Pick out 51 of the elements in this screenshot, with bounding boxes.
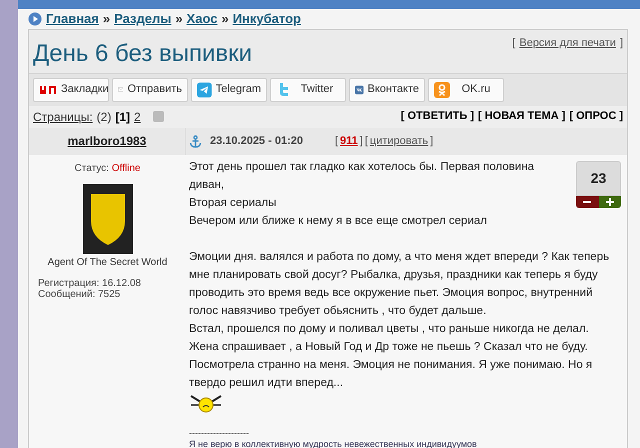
topic-action-link[interactable]: [ ОПРОС ]	[569, 108, 623, 125]
post-number-link[interactable]: 911	[340, 132, 358, 150]
play-circle-icon	[28, 12, 42, 26]
topic-action-link[interactable]: [ ОТВЕТИТЬ ]	[400, 108, 474, 125]
share-button[interactable]: Закладки	[33, 78, 109, 102]
share-button[interactable]: Telegram	[191, 78, 267, 102]
share-button[interactable]: Вконтакте	[349, 78, 425, 102]
plus-icon	[606, 198, 614, 206]
post-date: 23.10.2025 - 01:20	[210, 134, 303, 149]
user-status: Статус: Offline	[74, 162, 140, 176]
registration-date: Регистрация: 16.12.08	[37, 278, 141, 288]
share-button[interactable]: OK.ru	[428, 78, 504, 102]
bracket-text: ]	[620, 36, 623, 48]
post-paragraph: Этот день прошел так гладко как хотелось бы. Первая половина диван, Вторая сериалы Вечером или ближе к нему я в все еще смотрел сериал	[189, 160, 536, 228]
share-button[interactable]: Twitter	[270, 78, 346, 102]
breadcrumb-link[interactable]: Хаос	[186, 9, 218, 28]
minus-button[interactable]	[576, 196, 598, 208]
yp-logo-icon	[39, 84, 57, 96]
rating-count: 23	[576, 160, 621, 196]
bracket-text: ]	[430, 134, 434, 149]
page-link[interactable]: [1]	[115, 108, 130, 126]
print-version-link[interactable]: Версия для печати	[519, 34, 616, 48]
bracket-text: [	[334, 134, 338, 149]
page-count: (2)	[96, 108, 112, 126]
separator-text: »	[102, 10, 110, 28]
breadcrumb-link[interactable]: Разделы	[114, 9, 172, 28]
pages-label[interactable]: Страницы:	[33, 108, 93, 126]
minus-icon	[583, 200, 592, 202]
signature-divider: --------------------	[189, 428, 250, 438]
message-count: Сообщений: 7525	[37, 288, 120, 300]
topic-action-link[interactable]: [ НОВАЯ ТЕМА ]	[478, 108, 566, 125]
user-title: Agent Of The Secret World	[48, 256, 168, 270]
share-button[interactable]: Отправить	[112, 78, 188, 102]
ok-icon	[434, 82, 450, 98]
breadcrumb-link[interactable]: Главная	[46, 9, 99, 28]
topic-title: День 6 без выпивки	[33, 38, 252, 68]
bracket-text: [	[364, 134, 368, 149]
telegram-icon	[197, 82, 212, 98]
signature-text: Я не верю в коллективную мудрость невежественных индивидуумов	[189, 438, 478, 448]
breadcrumb-link[interactable]: Инкубатор	[232, 9, 301, 28]
separator-text: »	[175, 10, 183, 28]
smiley-icon[interactable]	[189, 394, 223, 414]
page-link[interactable]: 2	[134, 108, 141, 126]
avatar-image	[82, 184, 132, 254]
post-paragraph: Эмоции дня. валялся и работа по дому, а что меня ждет впереди ? Как теперь мне планировать свой досуг? Рыбалка, друзья, праздники как теперь я буду проводить это время ведь все окружение пьет. Эмоция вопрос, внутренний голос навязчиво требует обьяснить , что будет дальше. Встал, прошелся по дому и поливал цветы , что раньше никогда не делал. Жена спрашивает , а Новый Год и Др тоже не пьешь ? Сказал что не буду. Посмотрела странно на меня. Эмоция не понимания. Я уже понимаю. Но я твердо решил идти вперед...	[189, 250, 610, 390]
separator-text: »	[221, 10, 229, 28]
quote-link[interactable]: цитировать	[370, 132, 428, 150]
anchor-icon[interactable]	[189, 134, 202, 148]
bracket-text: ]	[360, 134, 363, 149]
bracket-text: [	[512, 36, 516, 48]
author-name[interactable]: marlboro1983	[68, 132, 146, 150]
